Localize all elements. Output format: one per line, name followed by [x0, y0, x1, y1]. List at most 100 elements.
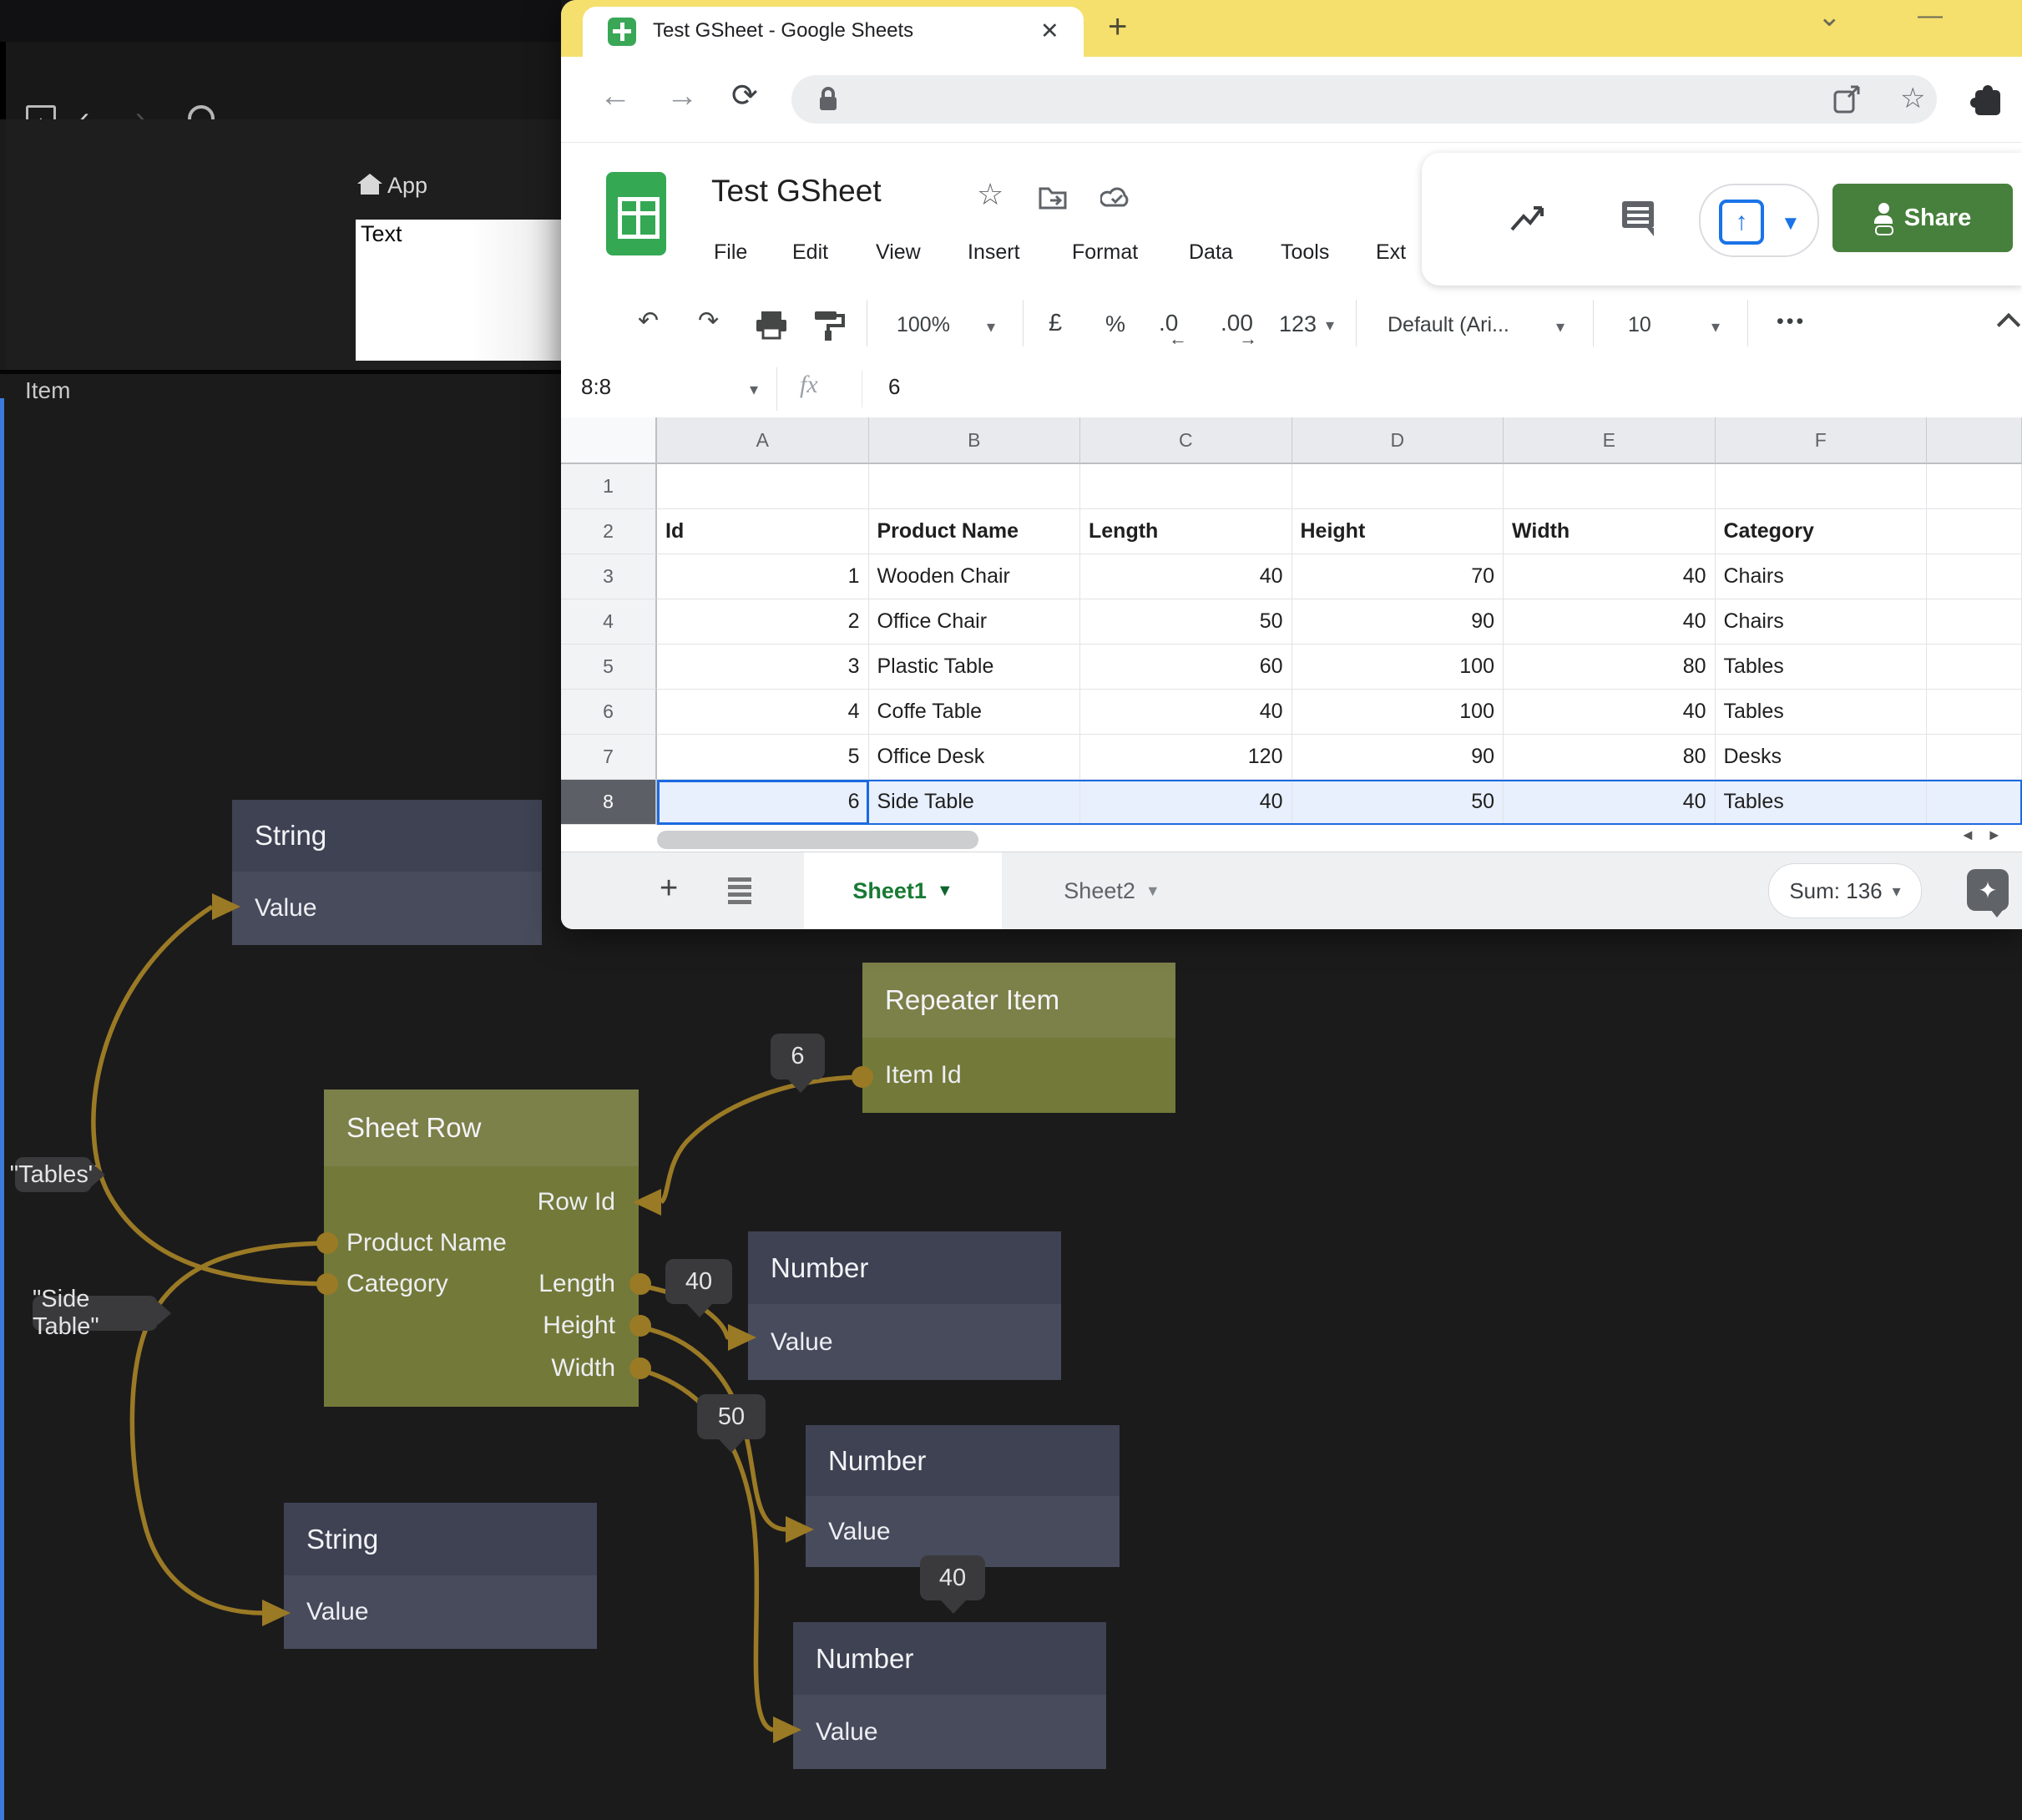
percent-format-button[interactable]: %	[1105, 311, 1125, 337]
column-header-E[interactable]: E	[1504, 417, 1716, 464]
font-select[interactable]: Default (Ari...	[1388, 313, 1509, 337]
column-header-partial[interactable]	[1927, 417, 2022, 464]
share-button[interactable]: Share	[1832, 184, 2013, 252]
table-row[interactable]: 75Office Desk1209080Desks	[561, 735, 2022, 780]
port-width[interactable]: Width	[551, 1354, 615, 1383]
cell[interactable]: 2	[657, 599, 869, 645]
cell[interactable]: 40	[1504, 599, 1716, 645]
cell[interactable]: 80	[1504, 645, 1716, 690]
port-length[interactable]: Length	[538, 1270, 615, 1298]
cell[interactable]	[1927, 599, 2022, 645]
scroll-arrows[interactable]: ◄►	[1960, 827, 2014, 844]
cell[interactable]: 40	[1080, 690, 1292, 735]
cell[interactable]	[1080, 464, 1292, 509]
all-sheets-icon[interactable]	[728, 877, 751, 904]
column-header-F[interactable]: F	[1716, 417, 1928, 464]
cell[interactable]: Tables	[1716, 690, 1928, 735]
cell[interactable]	[1927, 554, 2022, 599]
share-page-icon[interactable]	[1833, 85, 1862, 114]
sheet-tab-sheet1[interactable]: Sheet1 ▼	[804, 852, 1002, 929]
port-category[interactable]: Category	[346, 1270, 448, 1298]
name-box[interactable]: 8:8	[581, 374, 611, 400]
cell[interactable]: 50	[1080, 599, 1292, 645]
present-caret-icon[interactable]: ▼	[1781, 212, 1801, 235]
menu-data[interactable]: Data	[1189, 240, 1233, 265]
redo-icon[interactable]: ↷	[698, 306, 719, 336]
doc-title[interactable]: Test GSheet	[711, 174, 882, 209]
cell[interactable]	[1927, 690, 2022, 735]
cloud-status-icon[interactable]	[1100, 185, 1134, 210]
node-string-1[interactable]: String Value	[232, 800, 542, 945]
row-header-1[interactable]: 1	[561, 464, 657, 509]
port-value[interactable]: Value	[771, 1328, 833, 1357]
cell[interactable]	[1927, 645, 2022, 690]
cell[interactable]: 1	[657, 554, 869, 599]
table-row[interactable]: 31Wooden Chair407040Chairs	[561, 554, 2022, 599]
cell[interactable]: Product Name	[869, 509, 1081, 554]
table-row[interactable]: 53Plastic Table6010080Tables	[561, 645, 2022, 690]
column-header-C[interactable]: C	[1080, 417, 1292, 464]
move-folder-icon[interactable]	[1039, 184, 1069, 210]
cell[interactable]: 4	[657, 690, 869, 735]
cell[interactable]: Wooden Chair	[869, 554, 1081, 599]
more-formats-button[interactable]: 123	[1279, 311, 1317, 337]
port-height[interactable]: Height	[543, 1312, 615, 1340]
grid-corner[interactable]	[561, 417, 657, 464]
cell[interactable]: Office Chair	[869, 599, 1081, 645]
cell[interactable]: 90	[1292, 735, 1504, 780]
node-sheet-row[interactable]: Sheet Row Row Id Product Name Category L…	[324, 1089, 639, 1407]
port-value[interactable]: Value	[828, 1518, 891, 1546]
present-button[interactable]: ↑ ▼	[1699, 184, 1819, 257]
node-number-1[interactable]: Number Value	[748, 1231, 1061, 1380]
cell[interactable]: Desks	[1716, 735, 1928, 780]
browser-tab[interactable]: Test GSheet - Google Sheets ✕	[583, 7, 1084, 57]
currency-format-button[interactable]: £	[1049, 310, 1062, 337]
node-number-3[interactable]: Number Value	[793, 1622, 1106, 1769]
menu-edit[interactable]: Edit	[792, 240, 828, 265]
cell[interactable]: Office Desk	[869, 735, 1081, 780]
explore-icon[interactable]: ✦	[1967, 869, 2009, 911]
print-icon[interactable]	[755, 310, 788, 340]
port-value[interactable]: Value	[306, 1598, 369, 1626]
sheet2-caret-icon[interactable]: ▼	[1145, 882, 1160, 900]
zoom-select[interactable]: 100%	[897, 313, 950, 337]
cell[interactable]: 40	[1504, 690, 1716, 735]
menu-view[interactable]: View	[876, 240, 921, 265]
port-product-name[interactable]: Product Name	[346, 1229, 507, 1257]
table-row[interactable]: 1	[561, 464, 2022, 509]
font-size-caret-icon[interactable]: ▾	[1711, 316, 1720, 337]
menu-extensions[interactable]: Ext	[1376, 240, 1406, 265]
collapse-toolbar-icon[interactable]	[1997, 313, 2020, 336]
cell[interactable]: Height	[1292, 509, 1504, 554]
paint-format-icon[interactable]	[813, 310, 845, 341]
zoom-caret-icon[interactable]: ▾	[987, 316, 995, 337]
column-header-D[interactable]: D	[1292, 417, 1504, 464]
horizontal-scrollbar[interactable]	[657, 831, 978, 849]
text-widget[interactable]: Text	[356, 220, 565, 361]
cell[interactable]: 120	[1080, 735, 1292, 780]
sheet1-caret-icon[interactable]: ▼	[937, 882, 953, 901]
cell[interactable]: 70	[1292, 554, 1504, 599]
cell[interactable]	[1504, 464, 1716, 509]
back-icon[interactable]: ←	[599, 78, 631, 114]
port-row-id[interactable]: Row Id	[538, 1188, 615, 1216]
menu-tools[interactable]: Tools	[1281, 240, 1329, 265]
menu-format[interactable]: Format	[1072, 240, 1138, 265]
port-value[interactable]: Value	[816, 1718, 878, 1747]
port-value[interactable]: Value	[255, 894, 317, 923]
new-tab-button[interactable]: +	[1108, 8, 1127, 46]
cell[interactable]: Plastic Table	[869, 645, 1081, 690]
row-header-5[interactable]: 5	[561, 645, 657, 690]
cell[interactable]: 40	[1080, 554, 1292, 599]
menu-file[interactable]: File	[714, 240, 747, 265]
table-row[interactable]: 42Office Chair509040Chairs	[561, 599, 2022, 645]
font-size-select[interactable]: 10	[1628, 313, 1651, 337]
row-header-2[interactable]: 2	[561, 509, 657, 554]
cell[interactable]: 3	[657, 645, 869, 690]
table-row[interactable]: 2IdProduct NameLengthHeightWidthCategory	[561, 509, 2022, 554]
cell[interactable]	[869, 464, 1081, 509]
cell[interactable]: 60	[1080, 645, 1292, 690]
row-header-3[interactable]: 3	[561, 554, 657, 599]
cell[interactable]: 100	[1292, 645, 1504, 690]
comment-icon[interactable]	[1620, 200, 1656, 238]
